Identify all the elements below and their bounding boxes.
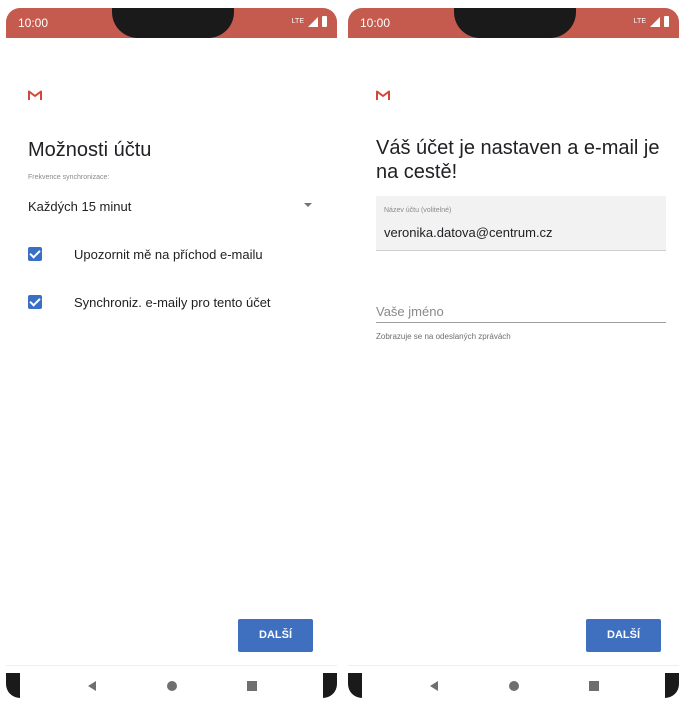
home-icon[interactable] (167, 681, 177, 691)
next-button[interactable]: DALŠÍ (238, 619, 313, 652)
camera-notch (454, 8, 576, 38)
status-icons: LTE (292, 16, 327, 27)
signal-icon (650, 16, 660, 27)
notify-checkbox[interactable] (28, 247, 42, 261)
recents-icon[interactable] (247, 681, 257, 691)
your-name-input[interactable] (376, 300, 666, 323)
notify-checkbox-label: Upozornit mě na příchod e-mailu (74, 246, 263, 262)
lte-icon: LTE (633, 18, 646, 25)
battery-icon (664, 16, 669, 27)
your-name-helper-text: Zobrazuje se na odeslaných zprávách (376, 332, 511, 341)
gmail-logo-icon (376, 90, 390, 100)
recents-icon[interactable] (589, 681, 599, 691)
sync-frequency-value: Každých 15 minut (28, 199, 132, 214)
sync-frequency-dropdown[interactable]: Každých 15 minut (28, 198, 312, 218)
account-name-field[interactable]: Název účtu (volitelné) veronika.datova@c… (376, 196, 666, 251)
sync-checkbox-label: Synchroniz. e-maily pro tento účet (74, 294, 271, 310)
status-bar: 10:00 LTE (348, 8, 679, 38)
status-time: 10:00 (18, 16, 49, 30)
notify-checkbox-row[interactable]: Upozornit mě na příchod e-mailu (28, 244, 318, 264)
sync-frequency-label: Frekvence synchronizace: (28, 174, 110, 181)
battery-icon (322, 16, 327, 27)
back-icon[interactable] (430, 681, 438, 691)
camera-notch (112, 8, 234, 38)
gmail-logo-icon (28, 90, 42, 100)
next-button[interactable]: DALŠÍ (586, 619, 661, 652)
page-title: Váš účet je nastaven a e-mail je na cest… (376, 137, 660, 183)
back-icon[interactable] (88, 681, 96, 691)
status-time: 10:00 (360, 16, 391, 30)
sync-checkbox[interactable] (28, 295, 42, 309)
signal-icon (308, 16, 318, 27)
home-icon[interactable] (509, 681, 519, 691)
lte-icon: LTE (291, 18, 304, 25)
page-title: Možnosti účtu (28, 139, 152, 161)
account-name-label: Název účtu (volitelné) (384, 207, 452, 214)
sync-checkbox-row[interactable]: Synchroniz. e-maily pro tento účet (28, 292, 318, 312)
phone-screen-account-options: 10:00 LTE Možnosti účtu Frekvence synchr… (6, 8, 337, 698)
account-name-value: veronika.datova@centrum.cz (384, 225, 553, 240)
status-icons: LTE (634, 16, 669, 27)
dropdown-arrow-icon (304, 203, 312, 207)
phone-screen-account-ready: 10:00 LTE Váš účet je nastaven a e-mail … (348, 8, 679, 698)
status-bar: 10:00 LTE (6, 8, 337, 38)
